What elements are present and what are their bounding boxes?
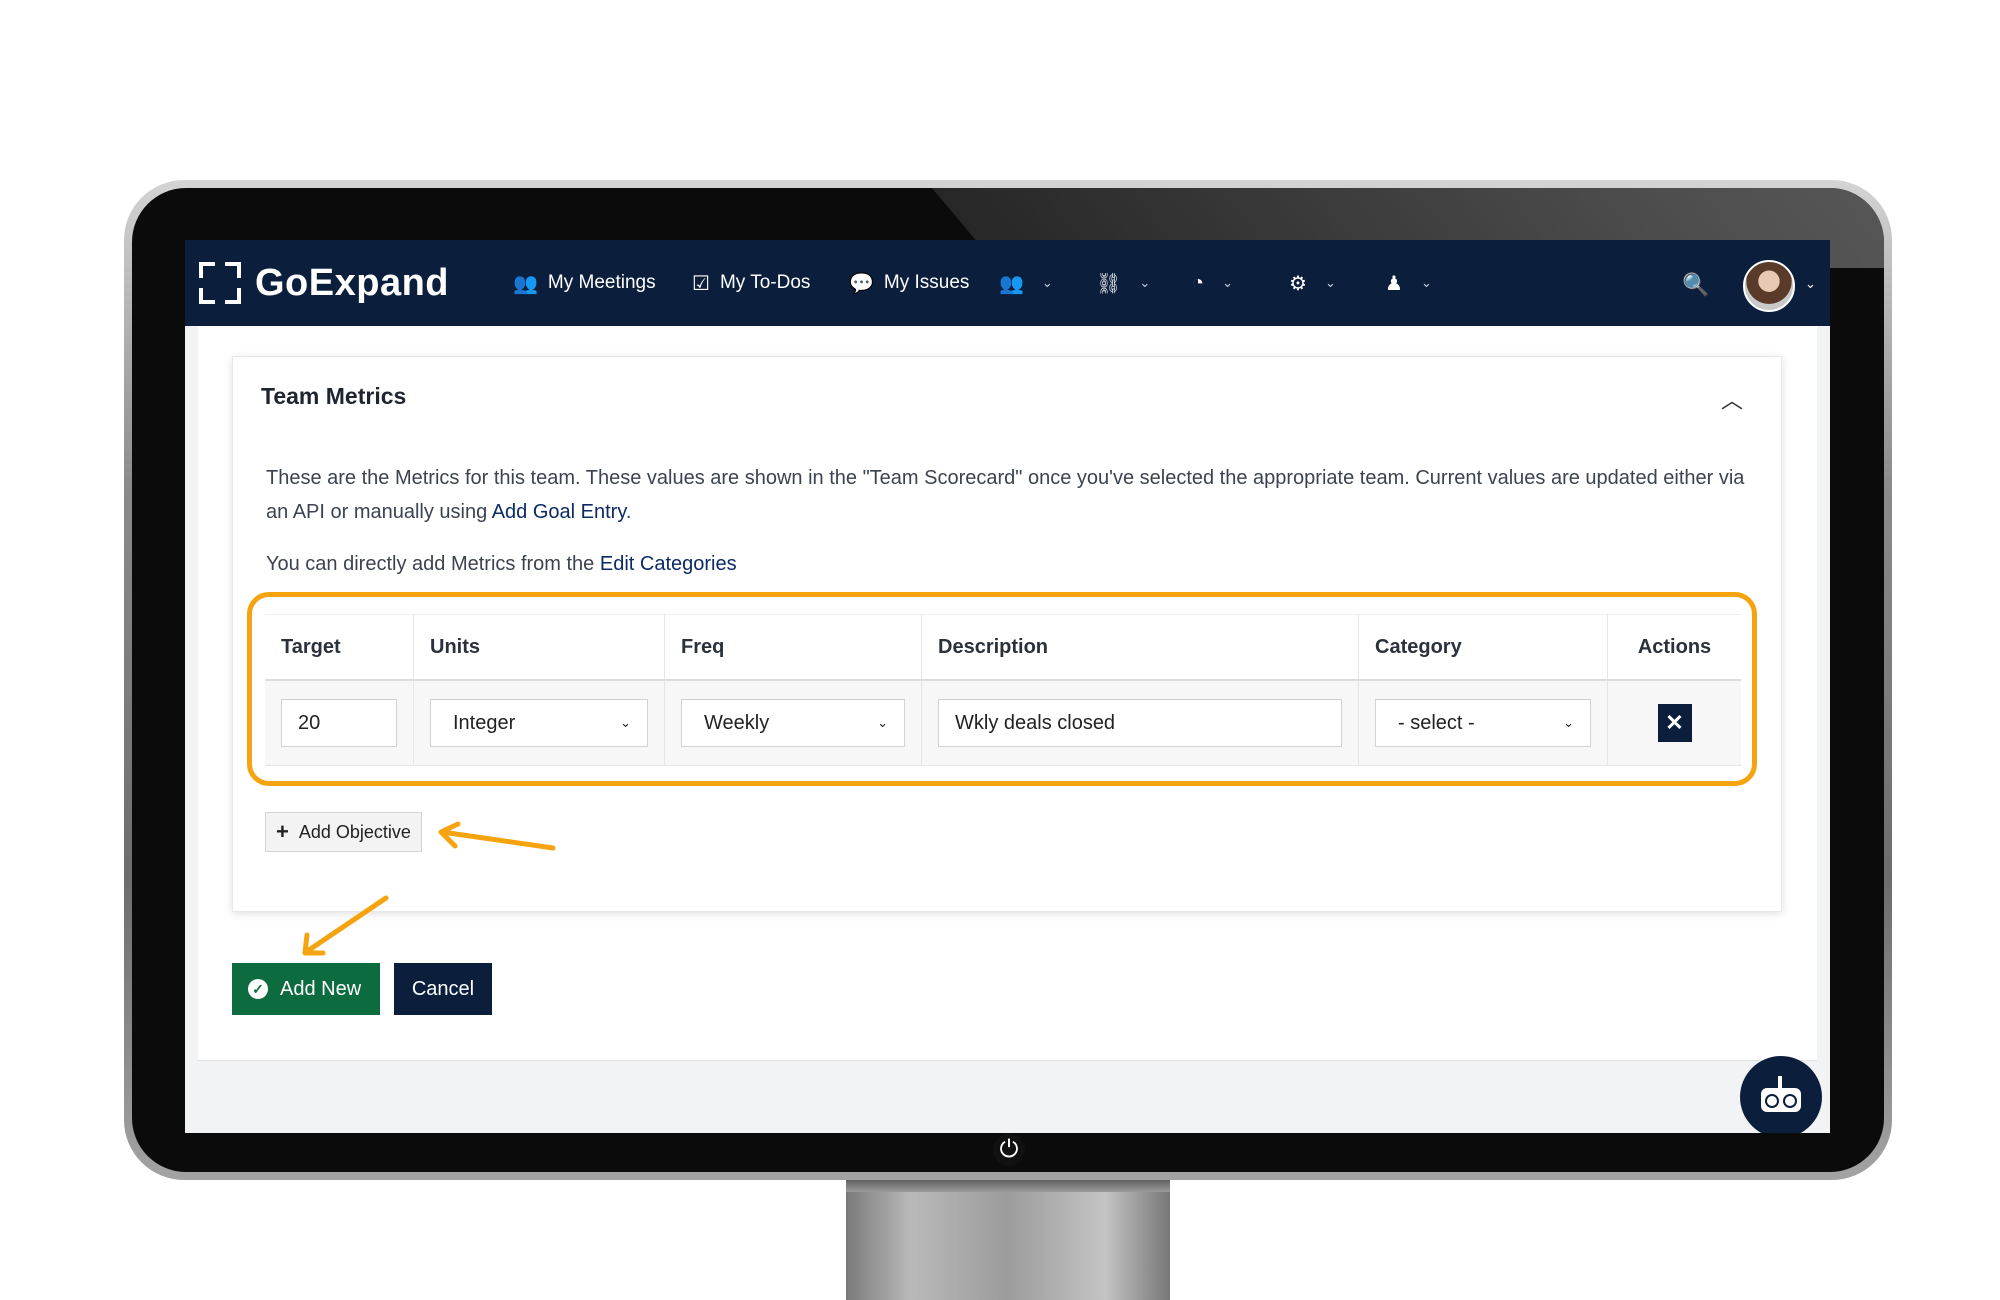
nav-my-issues-label: My Issues bbox=[883, 272, 970, 293]
chevron-down-icon: ⌄ bbox=[1324, 275, 1336, 290]
team-metrics-panel: Team Metrics ︿ These are the Metrics for… bbox=[232, 356, 1782, 912]
add-objective-button[interactable]: + Add Objective bbox=[265, 812, 422, 852]
nav-my-todos[interactable]: ☑ My To-Dos bbox=[692, 268, 810, 298]
org-chart-icon: ⛓ bbox=[1096, 272, 1122, 295]
chatbot-button[interactable] bbox=[1740, 1056, 1822, 1133]
users-icon: 👥 bbox=[999, 272, 1024, 295]
metrics-table: Target Units Freq Description Category A… bbox=[265, 614, 1741, 766]
app-screen: GoExpand 👥 My Meetings ☑ My To-Dos 💬 My … bbox=[185, 240, 1830, 1133]
header-units: Units bbox=[413, 614, 665, 681]
robot-icon bbox=[1761, 1088, 1801, 1112]
nav-mentor-dropdown[interactable]: ♟ ⌄ bbox=[1385, 268, 1432, 298]
chevron-up-icon[interactable]: ︿ bbox=[1721, 383, 1743, 415]
chevron-down-icon: ⌄ bbox=[1222, 275, 1233, 290]
add-objective-label: Add Objective bbox=[298, 821, 411, 842]
add-new-label: Add New bbox=[280, 977, 362, 1000]
gear-icon: ⚙ bbox=[1289, 272, 1307, 295]
nav-my-todos-label: My To-Dos bbox=[719, 272, 811, 293]
plus-icon: + bbox=[276, 819, 289, 844]
chevron-down-icon[interactable]: ⌄ bbox=[1805, 276, 1816, 292]
chevron-down-icon: ⌄ bbox=[620, 715, 631, 730]
nav-my-meetings-label: My Meetings bbox=[547, 272, 656, 293]
edit-categories-link[interactable]: Edit Categories bbox=[600, 553, 737, 575]
edit-categories-text: You can directly add Metrics from the Ed… bbox=[266, 553, 737, 575]
panel-description: These are the Metrics for this team. The… bbox=[266, 467, 1745, 523]
header-actions: Actions bbox=[1607, 614, 1741, 681]
header-freq: Freq bbox=[664, 614, 922, 681]
nav-org-dropdown[interactable]: ⛓ ⌄ bbox=[1096, 268, 1150, 298]
dashboard-icon: ◔ bbox=[1192, 271, 1205, 294]
close-icon[interactable]: ✕ bbox=[1657, 704, 1692, 742]
chevron-down-icon: ⌄ bbox=[1420, 275, 1432, 290]
units-select[interactable]: Integer ⌄ bbox=[430, 699, 648, 747]
freq-select[interactable]: Weekly ⌄ bbox=[681, 699, 905, 747]
add-new-button[interactable]: ✓ Add New bbox=[232, 963, 380, 1015]
meetings-icon: 👥 bbox=[513, 272, 538, 295]
power-icon: ⏻ bbox=[993, 1134, 1025, 1166]
chevron-down-icon: ⌄ bbox=[1139, 275, 1151, 290]
top-navbar: GoExpand 👥 My Meetings ☑ My To-Dos 💬 My … bbox=[185, 240, 1830, 326]
checkbox-icon: ☑ bbox=[692, 272, 710, 295]
mentor-icon: ♟ bbox=[1385, 272, 1403, 295]
panel-title: Team Metrics bbox=[261, 383, 407, 409]
nav-users-dropdown[interactable]: 👥 ⌄ bbox=[999, 268, 1053, 298]
cancel-button[interactable]: Cancel bbox=[394, 963, 492, 1015]
category-select[interactable]: - select - ⌄ bbox=[1375, 699, 1591, 747]
check-circle-icon: ✓ bbox=[248, 979, 268, 999]
chevron-down-icon: ⌄ bbox=[1563, 715, 1574, 730]
table-row: 20 Integer ⌄ Weekly ⌄ Wkly deals closed - … bbox=[265, 680, 1741, 766]
header-category: Category bbox=[1358, 614, 1608, 681]
chat-bubbles-icon: 💬 bbox=[849, 272, 874, 295]
search-icon[interactable]: 🔍 bbox=[1682, 272, 1709, 298]
nav-my-issues[interactable]: 💬 My Issues bbox=[849, 268, 969, 298]
chevron-down-icon: ⌄ bbox=[877, 715, 888, 730]
header-target: Target bbox=[265, 614, 414, 681]
nav-dashboard-dropdown[interactable]: ◔ ⌄ bbox=[1192, 268, 1233, 298]
logo-bracket-icon bbox=[199, 262, 241, 304]
chevron-down-icon: ⌄ bbox=[1041, 275, 1053, 290]
logo[interactable]: GoExpand bbox=[199, 260, 449, 306]
header-description: Description bbox=[921, 614, 1359, 681]
avatar[interactable] bbox=[1743, 260, 1795, 312]
nav-my-meetings[interactable]: 👥 My Meetings bbox=[513, 268, 656, 298]
target-input[interactable]: 20 bbox=[281, 699, 397, 747]
monitor-stand bbox=[846, 1172, 1170, 1300]
nav-settings-dropdown[interactable]: ⚙ ⌄ bbox=[1289, 268, 1336, 298]
page-content: Team Metrics ︿ These are the Metrics for… bbox=[198, 326, 1817, 1061]
description-input[interactable]: Wkly deals closed bbox=[938, 699, 1342, 747]
add-goal-entry-link[interactable]: Add Goal Entry bbox=[492, 501, 626, 523]
logo-text: GoExpand bbox=[255, 261, 450, 304]
